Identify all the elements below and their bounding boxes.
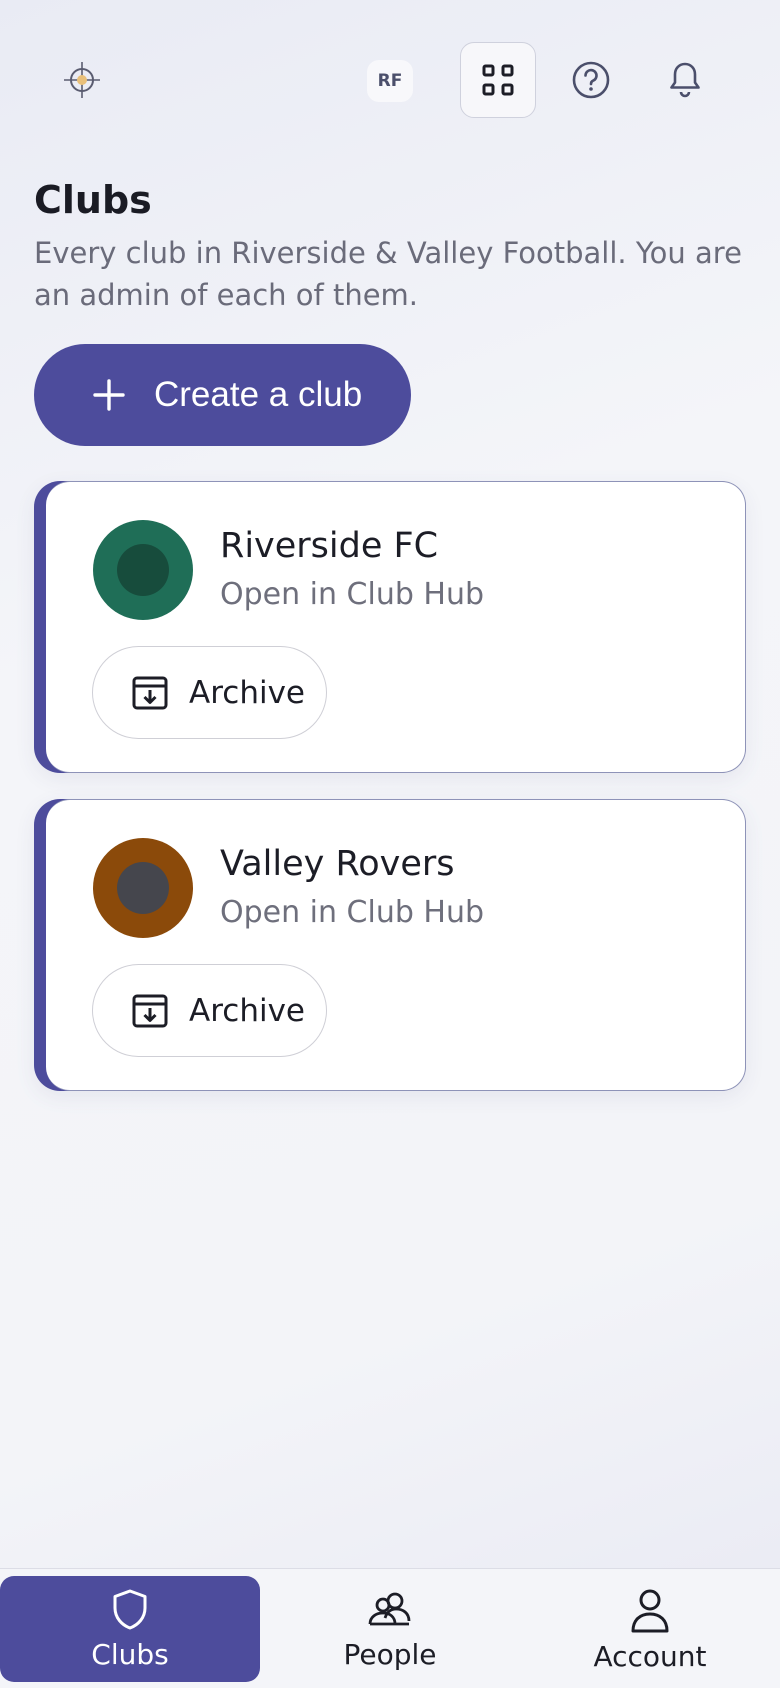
archive-icon [131, 992, 169, 1030]
open-in-club-hub-link[interactable]: Open in Club Hub [220, 577, 484, 612]
club-name[interactable]: Riverside FC [220, 526, 438, 566]
page-title: Clubs [34, 178, 152, 222]
club-card: Riverside FC Open in Club Hub Archive [34, 481, 746, 773]
club-logo[interactable] [93, 838, 193, 938]
archive-button[interactable]: Archive [92, 646, 327, 739]
open-in-club-hub-link[interactable]: Open in Club Hub [220, 895, 484, 930]
nav-label-account: Account [593, 1640, 707, 1673]
app-logo-icon[interactable] [62, 60, 102, 100]
club-name[interactable]: Valley Rovers [220, 844, 455, 884]
apps-grid-icon [482, 64, 514, 96]
notifications-button[interactable] [647, 42, 723, 118]
user-initials: RF [377, 71, 403, 91]
help-button[interactable] [553, 42, 629, 118]
plus-icon [92, 378, 126, 412]
nav-item-clubs[interactable]: Clubs [0, 1576, 260, 1682]
shield-icon [113, 1589, 147, 1630]
nav-item-account[interactable]: Account [520, 1576, 780, 1682]
archive-label: Archive [189, 674, 305, 711]
people-icon [368, 1592, 411, 1626]
help-icon [572, 61, 610, 99]
apps-button[interactable] [460, 42, 536, 118]
bottom-nav: Clubs People Account [0, 1568, 780, 1688]
club-logo[interactable] [93, 520, 193, 620]
nav-item-people[interactable]: People [260, 1576, 520, 1682]
person-icon [631, 1589, 669, 1633]
bell-icon [670, 62, 700, 98]
create-club-button[interactable]: Create a club [34, 344, 411, 446]
club-card: Valley Rovers Open in Club Hub Archive [34, 799, 746, 1091]
create-club-label: Create a club [154, 375, 363, 414]
nav-label-people: People [343, 1638, 437, 1671]
archive-button[interactable]: Archive [92, 964, 327, 1057]
page-subtitle: Every club in Riverside & Valley Footbal… [34, 236, 742, 312]
nav-label-clubs: Clubs [91, 1638, 169, 1671]
top-bar: RF [0, 0, 780, 160]
archive-icon [131, 674, 169, 712]
archive-label: Archive [189, 992, 305, 1029]
user-avatar[interactable]: RF [367, 60, 413, 102]
